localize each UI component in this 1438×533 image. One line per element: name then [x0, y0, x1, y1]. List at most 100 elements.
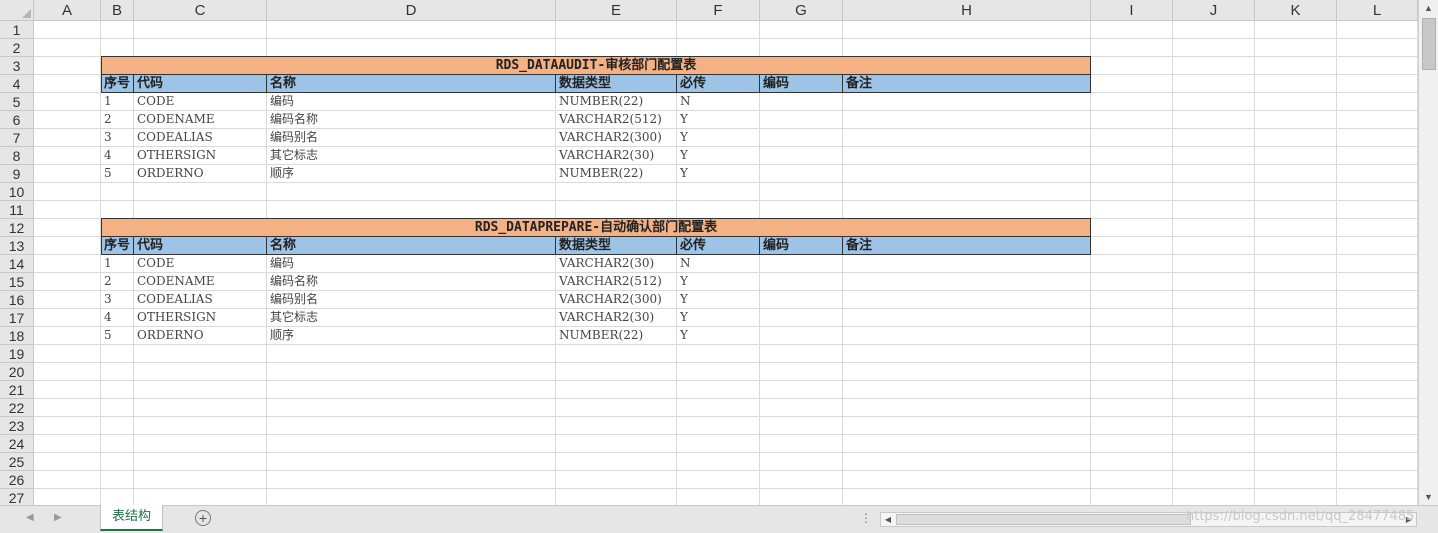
header-cell[interactable]: 编码 — [760, 75, 843, 92]
table-cell[interactable]: ORDERNO — [134, 327, 266, 344]
table-cell[interactable]: 2 — [101, 273, 133, 290]
row-header[interactable]: 23 — [0, 417, 34, 435]
table-cell[interactable]: VARCHAR2(300) — [556, 129, 676, 146]
select-all-corner[interactable] — [0, 0, 34, 21]
column-header[interactable]: E — [556, 0, 677, 21]
table-cell[interactable]: 4 — [101, 309, 133, 326]
header-cell[interactable]: 名称 — [267, 75, 556, 92]
row-header[interactable]: 4 — [0, 75, 34, 93]
header-cell[interactable]: 序号 — [101, 237, 134, 254]
table-cell[interactable]: Y — [677, 327, 759, 344]
header-cell[interactable]: 代码 — [134, 237, 267, 254]
header-cell[interactable]: 代码 — [134, 75, 267, 92]
row-header[interactable]: 27 — [0, 489, 34, 505]
table-cell[interactable]: NUMBER(22) — [556, 165, 676, 182]
table-cell[interactable]: 顺序 — [267, 327, 555, 344]
column-header[interactable]: H — [843, 0, 1091, 21]
table-cell[interactable]: 3 — [101, 291, 133, 308]
table-cell[interactable]: 5 — [101, 165, 133, 182]
row-header[interactable]: 19 — [0, 345, 34, 363]
table-title[interactable]: RDS_DATAPREPARE-自动确认部门配置表 — [101, 218, 1091, 237]
split-handle-icon[interactable]: ⋮ — [860, 511, 872, 525]
header-cell[interactable]: 名称 — [267, 237, 556, 254]
table-cell[interactable]: 编码 — [267, 255, 555, 272]
row-header[interactable]: 6 — [0, 111, 34, 129]
row-header[interactable]: 18 — [0, 327, 34, 345]
table-cell[interactable]: VARCHAR2(512) — [556, 111, 676, 128]
table-cell[interactable]: Y — [677, 129, 759, 146]
row-header[interactable]: 26 — [0, 471, 34, 489]
table-cell[interactable]: NUMBER(22) — [556, 327, 676, 344]
table-cell[interactable]: Y — [677, 291, 759, 308]
table-cell[interactable]: CODEALIAS — [134, 129, 266, 146]
vertical-scrollbar[interactable]: ▲ ▼ — [1418, 0, 1438, 505]
header-cell[interactable]: 必传 — [677, 75, 760, 92]
header-cell[interactable]: 数据类型 — [556, 237, 677, 254]
table-cell[interactable]: Y — [677, 309, 759, 326]
column-header[interactable]: K — [1255, 0, 1337, 21]
table-cell[interactable]: 4 — [101, 147, 133, 164]
row-header[interactable]: 16 — [0, 291, 34, 309]
table-cell[interactable]: 编码别名 — [267, 291, 555, 308]
table-cell[interactable]: CODE — [134, 93, 266, 110]
table-cell[interactable]: NUMBER(22) — [556, 93, 676, 110]
table-cell[interactable]: VARCHAR2(300) — [556, 291, 676, 308]
column-header[interactable]: L — [1337, 0, 1418, 21]
row-header[interactable]: 1 — [0, 21, 34, 39]
column-header[interactable]: C — [134, 0, 267, 21]
row-header[interactable]: 14 — [0, 255, 34, 273]
scroll-left-icon[interactable]: ◀ — [881, 513, 895, 526]
header-cell[interactable]: 必传 — [677, 237, 760, 254]
column-header[interactable]: I — [1091, 0, 1173, 21]
table-cell[interactable]: 编码 — [267, 93, 555, 110]
table-cell[interactable]: 2 — [101, 111, 133, 128]
table-cell[interactable]: CODENAME — [134, 111, 266, 128]
table-cell[interactable]: VARCHAR2(30) — [556, 309, 676, 326]
scroll-thumb[interactable] — [1422, 18, 1436, 70]
column-header[interactable]: A — [34, 0, 101, 21]
scroll-up-icon[interactable]: ▲ — [1419, 0, 1438, 16]
column-header[interactable]: D — [267, 0, 556, 21]
row-header[interactable]: 9 — [0, 165, 34, 183]
scroll-down-icon[interactable]: ▼ — [1419, 489, 1438, 505]
header-cell[interactable]: 备注 — [843, 75, 1091, 92]
header-cell[interactable]: 备注 — [843, 237, 1091, 254]
spreadsheet-grid[interactable]: ABCDEFGHIJKL 1 2 3 4 5 6 7 8 9 10 11 12 13 14 15 16 17 18… — [0, 0, 1418, 505]
table-cell[interactable]: CODE — [134, 255, 266, 272]
table-cell[interactable]: 顺序 — [267, 165, 555, 182]
row-header[interactable]: 17 — [0, 309, 34, 327]
table-cell[interactable]: OTHERSIGN — [134, 147, 266, 164]
row-header[interactable]: 3 — [0, 57, 34, 75]
header-cell[interactable]: 数据类型 — [556, 75, 677, 92]
table-cell[interactable]: Y — [677, 273, 759, 290]
add-sheet-button[interactable]: + — [195, 510, 211, 526]
header-cell[interactable]: 编码 — [760, 237, 843, 254]
table-cell[interactable]: VARCHAR2(512) — [556, 273, 676, 290]
table-cell[interactable]: 编码名称 — [267, 111, 555, 128]
row-header[interactable]: 15 — [0, 273, 34, 291]
table-cell[interactable]: VARCHAR2(30) — [556, 255, 676, 272]
row-header[interactable]: 20 — [0, 363, 34, 381]
table-cell[interactable]: ORDERNO — [134, 165, 266, 182]
row-header[interactable]: 12 — [0, 219, 34, 237]
table-cell[interactable]: CODENAME — [134, 273, 266, 290]
row-header[interactable]: 13 — [0, 237, 34, 255]
row-header[interactable]: 21 — [0, 381, 34, 399]
prev-sheet-icon[interactable]: ◀ — [26, 512, 34, 523]
row-header[interactable]: 25 — [0, 453, 34, 471]
table-cell[interactable]: CODEALIAS — [134, 291, 266, 308]
table-title[interactable]: RDS_DATAAUDIT-审核部门配置表 — [101, 56, 1091, 75]
horizontal-scroll-thumb[interactable] — [896, 514, 1191, 525]
row-header[interactable]: 2 — [0, 39, 34, 57]
table-cell[interactable]: 5 — [101, 327, 133, 344]
table-cell[interactable]: 其它标志 — [267, 147, 555, 164]
column-header[interactable]: F — [677, 0, 760, 21]
table-cell[interactable]: OTHERSIGN — [134, 309, 266, 326]
table-cell[interactable]: Y — [677, 111, 759, 128]
table-cell[interactable]: 编码别名 — [267, 129, 555, 146]
table-cell[interactable]: Y — [677, 147, 759, 164]
table-cell[interactable]: N — [677, 93, 759, 110]
table-cell[interactable]: 1 — [101, 255, 133, 272]
column-header[interactable]: G — [760, 0, 843, 21]
table-cell[interactable]: 编码名称 — [267, 273, 555, 290]
